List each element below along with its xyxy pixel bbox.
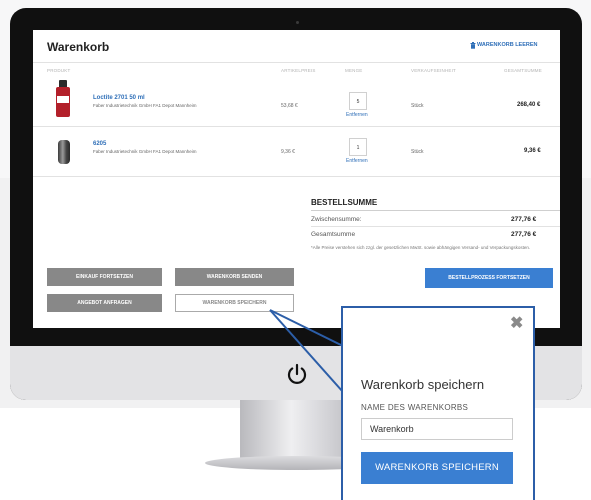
save-cart-dialog: ✖ Warenkorb speichern NAME DES WARENKORB… [341, 306, 535, 500]
dialog-save-button[interactable]: WARENKORB SPEICHERN [361, 452, 513, 484]
close-icon[interactable]: ✖ [510, 316, 523, 332]
dialog-title: Warenkorb speichern [361, 377, 485, 392]
cart-name-input[interactable] [361, 418, 513, 440]
cart-name-label: NAME DES WARENKORBS [361, 403, 469, 412]
